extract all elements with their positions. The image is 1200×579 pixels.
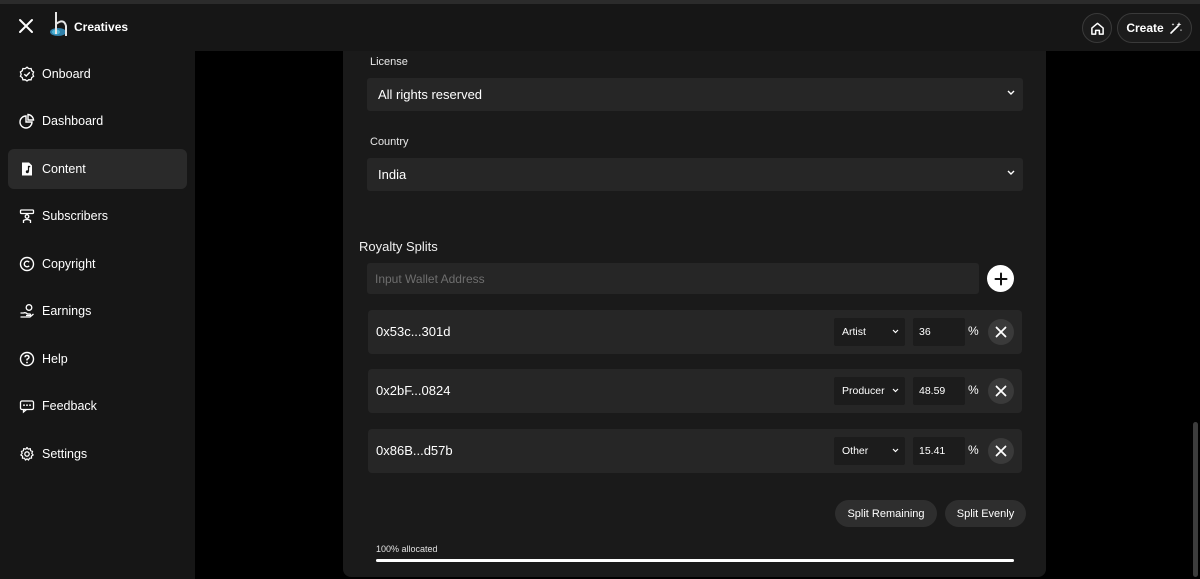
- sidebar-item-settings[interactable]: Settings: [8, 434, 187, 474]
- scrollbar[interactable]: [1193, 422, 1198, 577]
- percent-sign: %: [968, 443, 979, 457]
- sidebar-item-label: Help: [42, 352, 68, 366]
- license-value: All rights reserved: [378, 87, 483, 102]
- split-address: 0x2bF...0824: [376, 383, 451, 398]
- sidebar-item-label: Copyright: [42, 257, 96, 271]
- split-row: 0x2bF...0824 Producer 48.59 %: [368, 369, 1022, 413]
- role-value: Other: [842, 445, 869, 457]
- split-evenly-button[interactable]: Split Evenly: [945, 500, 1026, 527]
- allocation-progress-bar: [376, 559, 1014, 562]
- allocation-progress-fill: [376, 559, 1014, 562]
- split-row: 0x86B...d57b Other 15.41 %: [368, 429, 1022, 473]
- home-button[interactable]: [1082, 13, 1112, 43]
- allocation-label: 100% allocated: [376, 544, 438, 554]
- royalty-splits-title: Royalty Splits: [359, 239, 438, 254]
- chevron-down-icon: [1007, 170, 1015, 175]
- close-icon: [995, 326, 1007, 338]
- role-value: Producer: [842, 385, 885, 397]
- role-value: Artist: [842, 326, 866, 338]
- help-icon: [19, 351, 35, 367]
- sidebar-item-help[interactable]: Help: [8, 339, 187, 379]
- split-remaining-button[interactable]: Split Remaining: [835, 500, 937, 527]
- people-icon: [19, 209, 35, 223]
- music-file-icon: [22, 162, 32, 176]
- sidebar-item-feedback[interactable]: Feedback: [8, 386, 187, 426]
- create-button[interactable]: Create: [1117, 13, 1192, 43]
- chevron-down-icon: [1007, 90, 1015, 95]
- close-icon: [995, 445, 1007, 457]
- home-icon: [1090, 22, 1104, 35]
- remove-split-button[interactable]: [988, 319, 1014, 345]
- add-wallet-button[interactable]: [987, 265, 1014, 292]
- wallet-address-input[interactable]: [367, 263, 979, 294]
- sidebar-item-dashboard[interactable]: Dashboard: [8, 101, 187, 141]
- sidebar-item-label: Subscribers: [42, 209, 108, 223]
- split-row: 0x53c...301d Artist 36 %: [368, 310, 1022, 354]
- chevron-down-icon: [892, 388, 899, 393]
- sidebar-item-earnings[interactable]: Earnings: [8, 291, 187, 331]
- sidebar-item-label: Feedback: [42, 399, 97, 413]
- remove-split-button[interactable]: [988, 438, 1014, 464]
- chevron-down-icon: [892, 329, 899, 334]
- copyright-icon: [19, 256, 35, 272]
- close-icon: [995, 385, 1007, 397]
- hand-coin-icon: [20, 304, 34, 318]
- sidebar-item-content[interactable]: Content: [8, 149, 187, 189]
- sidebar-item-onboard[interactable]: Onboard: [8, 54, 187, 94]
- percent-input[interactable]: 15.41: [913, 437, 965, 465]
- role-select[interactable]: Artist: [834, 318, 905, 346]
- sidebar-item-label: Earnings: [42, 304, 92, 318]
- license-select[interactable]: All rights reserved: [367, 78, 1023, 111]
- license-label: License: [370, 56, 408, 68]
- sidebar-item-subscribers[interactable]: Subscribers: [8, 196, 187, 236]
- sidebar-item-copyright[interactable]: Copyright: [8, 244, 187, 284]
- percent-sign: %: [968, 383, 979, 397]
- sidebar-item-label: Onboard: [42, 67, 91, 81]
- country-value: India: [378, 167, 407, 182]
- percent-input[interactable]: 48.59: [913, 377, 965, 405]
- chevron-down-icon: [892, 448, 899, 453]
- pie-chart-icon: [19, 113, 35, 129]
- country-select[interactable]: India: [367, 158, 1023, 191]
- brand-name: Creatives: [74, 20, 129, 34]
- create-label: Create: [1126, 21, 1164, 35]
- magic-wand-icon: [1169, 22, 1182, 34]
- gear-icon: [20, 446, 34, 461]
- plus-icon: [994, 272, 1007, 285]
- country-label: Country: [370, 136, 409, 148]
- sidebar-item-label: Content: [42, 162, 86, 176]
- role-select[interactable]: Other: [834, 437, 905, 465]
- split-address: 0x53c...301d: [376, 324, 451, 339]
- close-sidebar-button[interactable]: [14, 14, 38, 38]
- close-icon: [19, 19, 33, 33]
- percent-input[interactable]: 36: [913, 318, 965, 346]
- percent-sign: %: [968, 324, 979, 338]
- top-bar: [0, 4, 1200, 51]
- role-select[interactable]: Producer: [834, 377, 905, 405]
- sidebar-item-label: Dashboard: [42, 114, 104, 128]
- badge-check-icon: [19, 66, 35, 82]
- remove-split-button[interactable]: [988, 378, 1014, 404]
- feedback-icon: [19, 400, 35, 414]
- logo-icon: [50, 12, 67, 36]
- split-address: 0x86B...d57b: [376, 443, 453, 458]
- sidebar-item-label: Settings: [42, 447, 88, 461]
